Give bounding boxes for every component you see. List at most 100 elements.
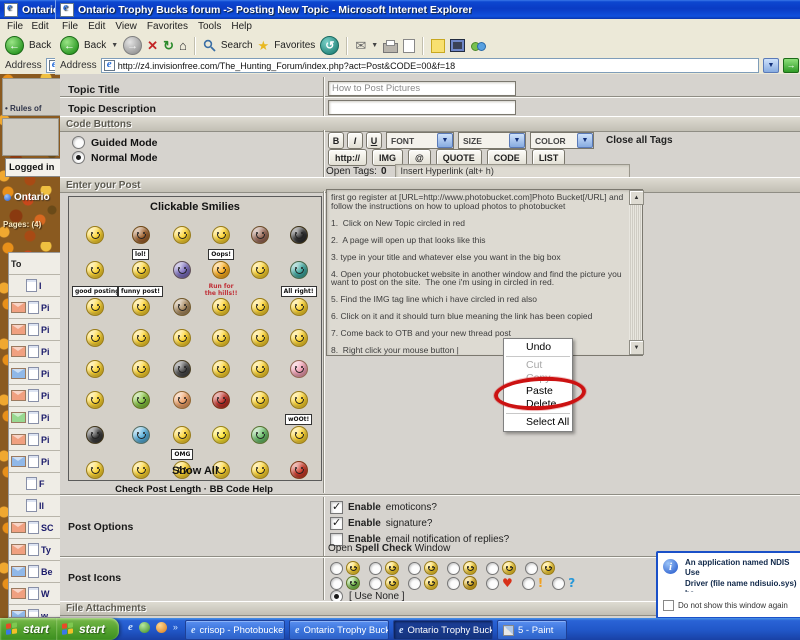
menu-item-tools[interactable]: Tools [198,21,221,32]
context-menu-item-undo[interactable]: Undo [504,341,572,354]
post-icon-option[interactable] [408,576,438,590]
outer-back-icon[interactable]: ← [5,36,24,55]
normal-mode-option[interactable]: Normal Mode [72,151,158,164]
taskbar-button[interactable]: eOntario Trophy Bucks... [393,620,493,640]
smiley-icon[interactable]: good posting! [72,284,118,317]
topic-list-row[interactable]: Ty [9,539,60,561]
back-label[interactable]: Back [84,40,106,51]
forum-link-row[interactable]: Ontario [4,192,50,203]
normal-mode-radio[interactable] [72,151,85,164]
post-icon-radio[interactable] [408,576,421,590]
topic-list-row[interactable]: Pi [9,385,60,407]
post-icon-option[interactable] [525,561,555,575]
smiley-icon[interactable] [118,321,163,348]
smiley-icon[interactable] [279,249,318,279]
post-icon-radio[interactable] [330,576,343,590]
post-icon-radio[interactable] [369,576,382,590]
smiley-icon[interactable] [241,352,280,379]
spell-check-link[interactable]: Open Spell Check Window [328,543,450,554]
post-textarea[interactable]: first go register at [URL=http://www.pho… [326,189,643,356]
smiley-icon[interactable] [202,352,241,379]
smiley-icon[interactable]: lol! [118,249,163,279]
rules-link[interactable]: • Rules of [5,104,42,113]
post-icon-option[interactable]: ! [521,576,543,590]
menu-item-edit[interactable]: Edit [88,21,105,32]
menu-item-view[interactable]: View [115,21,137,32]
topic-title-input[interactable] [328,81,516,96]
topic-list-row[interactable]: Pi [9,297,60,319]
taskbar-button[interactable]: eOntario Trophy Bucks... [289,620,389,640]
post-icon-radio[interactable] [330,561,343,575]
favorites-label[interactable]: Favorites [274,40,315,51]
notes-icon[interactable] [431,38,446,53]
post-icon-option[interactable]: ♥ [486,576,513,590]
topic-list-row[interactable]: To [9,253,60,275]
smiley-icon[interactable] [241,284,280,317]
post-icon-radio[interactable] [408,561,421,575]
post-icon-option[interactable] [369,576,399,590]
post-icon-radio[interactable] [525,561,538,575]
search-label[interactable]: Search [221,40,253,51]
smiley-icon[interactable] [72,414,118,445]
smiley-icon[interactable]: All right! [279,284,318,317]
smiley-icon[interactable] [163,352,202,379]
post-icon-option[interactable] [369,561,399,575]
smiley-icon[interactable]: funny post! [118,284,164,317]
topic-list-row[interactable]: Pi [9,407,60,429]
scroll-up-icon[interactable]: ▲ [629,190,644,205]
guided-mode-radio[interactable] [72,136,85,149]
mail-dropdown-icon[interactable]: ▼ [371,42,378,49]
topic-list-row[interactable]: W [9,583,60,605]
smiley-icon[interactable] [241,321,280,348]
topic-list-row[interactable]: Il [9,495,60,517]
post-icon-option[interactable] [447,561,477,575]
textarea-scrollbar[interactable]: ▲ ▼ [629,190,644,355]
post-icon-radio[interactable] [486,576,499,590]
post-icon-option[interactable] [408,561,438,575]
menu-item-help[interactable]: Help [231,21,252,32]
smiley-icon[interactable] [163,284,202,317]
topic-list-row[interactable]: Be [9,561,60,583]
history-icon[interactable]: ↺ [320,36,340,55]
smiley-icon[interactable] [279,383,318,410]
smiley-icon[interactable]: Oops! [202,249,241,279]
close-all-tags-link[interactable]: Close all Tags [606,135,673,146]
style-button-u[interactable]: U [366,132,382,149]
menu-item-favorites[interactable]: Favorites [147,21,188,32]
media-icon[interactable] [450,39,466,52]
smiley-icon[interactable] [202,218,241,244]
topic-description-input[interactable] [328,100,516,115]
back-icon[interactable]: ← [60,36,79,55]
go-button[interactable]: → [783,58,799,73]
smiley-icon[interactable] [202,383,241,410]
post-icon-option[interactable] [330,561,360,575]
dialog-checkbox-row[interactable]: Do not show this window again [663,600,788,611]
post-icon-radio[interactable] [552,576,566,590]
forward-icon[interactable]: → [123,36,143,55]
post-icon-radio[interactable] [369,561,382,575]
print-icon[interactable] [383,39,399,53]
smiley-icon[interactable] [279,321,318,348]
color-select[interactable]: COLOR ▼ [530,132,594,149]
smiley-icon[interactable] [118,383,163,410]
pages-label[interactable]: Pages: (4) [3,220,41,229]
smiley-icon[interactable] [163,414,202,445]
scroll-down-icon[interactable]: ▼ [629,340,644,355]
topic-list-row[interactable]: Pi [9,429,60,451]
smiley-icon[interactable] [202,321,241,348]
topic-list-row[interactable]: Pi [9,363,60,385]
refresh-icon[interactable]: ↻ [163,39,174,52]
smiley-icon[interactable] [279,352,318,379]
smiley-icon[interactable] [241,383,280,410]
address-input[interactable]: http://z4.invisionfree.com/The_Hunting_F… [100,58,759,73]
smiley-icon[interactable] [241,249,280,279]
window-titlebar[interactable]: Ontario Trophy Bucks forum -> Posting Ne… [55,0,800,19]
forum-link-label[interactable]: Ontario [14,192,50,203]
chevron-right-icon[interactable]: » [173,622,178,632]
post-icon-option[interactable] [330,576,360,590]
smiley-icon[interactable] [163,218,202,244]
smiley-icon[interactable] [72,321,118,348]
back-dropdown-icon[interactable]: ▼ [111,42,118,49]
favorites-star-icon[interactable]: ★ [258,39,270,52]
smiley-icon[interactable]: wOOt! [279,414,318,445]
